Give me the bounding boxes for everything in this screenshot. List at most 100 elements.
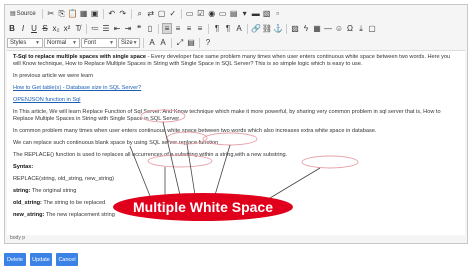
format-dropdown[interactable]: Normal ▼ bbox=[44, 37, 80, 48]
chevron-down-icon: ▼ bbox=[109, 39, 114, 46]
superscript-icon[interactable]: x² bbox=[62, 23, 72, 34]
textfield-icon[interactable]: ▭ bbox=[218, 8, 228, 19]
spellcheck-icon[interactable]: ✓ bbox=[168, 8, 178, 19]
horizontal-line-icon[interactable]: ― bbox=[323, 23, 333, 34]
cancel-button[interactable]: Cancel bbox=[56, 253, 78, 266]
checkbox-icon[interactable]: ☑ bbox=[196, 8, 206, 19]
size-dropdown[interactable]: Size ▼ bbox=[118, 37, 140, 48]
maximize-icon[interactable]: ⤢ bbox=[175, 37, 185, 48]
string-label: string: bbox=[13, 188, 31, 194]
special-char-icon[interactable]: Ω bbox=[345, 23, 355, 34]
select-all-icon[interactable]: ▢ bbox=[157, 8, 167, 19]
syntax-label: Syntax: bbox=[13, 164, 34, 170]
align-center-icon[interactable]: ≡ bbox=[173, 23, 183, 34]
language-icon[interactable]: A bbox=[234, 23, 244, 34]
link-icon[interactable]: 🔗 bbox=[251, 23, 261, 34]
toolbar-separator bbox=[171, 37, 172, 48]
source-button[interactable]: ▤ Source bbox=[7, 8, 39, 19]
intro-paragraph: T-Sql to replace multiple spaces with si… bbox=[13, 54, 459, 68]
new-string-label: new_string: bbox=[13, 212, 45, 218]
update-button[interactable]: Update bbox=[30, 253, 52, 266]
toolbar-separator bbox=[158, 23, 159, 34]
align-right-icon[interactable]: ≡ bbox=[184, 23, 194, 34]
image-icon[interactable]: ▨ bbox=[290, 23, 300, 34]
copy-icon[interactable]: ⎘ bbox=[57, 8, 67, 19]
paragraph-4: The REPLACE() function is used to replac… bbox=[13, 152, 288, 158]
paragraph-2: In common problem many times when user e… bbox=[13, 128, 377, 134]
toolbar-row-2: B I U S x₂ x² T̸ ≔ ☰ ⇤ ⇥ ❝ ▯ ≡ ≡ ≡ ≡ ¶ ¶… bbox=[7, 22, 377, 35]
previous-article-link-2[interactable]: OPENJSON function in Sql bbox=[13, 97, 80, 103]
cut-icon[interactable]: ✂ bbox=[46, 8, 56, 19]
font-dropdown[interactable]: Font ▼ bbox=[81, 37, 117, 48]
select-field-icon[interactable]: ▾ bbox=[240, 8, 250, 19]
paste-icon[interactable]: 📋 bbox=[68, 8, 78, 19]
toolbar-separator bbox=[102, 8, 104, 19]
subscript-icon[interactable]: x₂ bbox=[51, 23, 61, 34]
hidden-field-icon[interactable]: ▫ bbox=[273, 8, 283, 19]
delete-button[interactable]: Delete bbox=[4, 253, 26, 266]
previous-article-link-1[interactable]: How to Get table(s) - Database size in S… bbox=[13, 85, 141, 91]
image-button-icon[interactable]: ▧ bbox=[262, 8, 272, 19]
link-paragraph-2: OPENJSON function in Sql bbox=[13, 97, 459, 104]
page-break-icon[interactable]: ⤓ bbox=[356, 23, 366, 34]
remove-format-icon[interactable]: T̸ bbox=[73, 23, 83, 34]
toolbar-separator bbox=[41, 8, 43, 19]
table-icon[interactable]: ▦ bbox=[312, 23, 322, 34]
multiple-white-space-label: Multiple White Space bbox=[113, 193, 293, 221]
bold-icon[interactable]: B bbox=[7, 23, 17, 34]
strike-icon[interactable]: S bbox=[40, 23, 50, 34]
toolbar-separator bbox=[143, 37, 144, 48]
chevron-down-icon: ▼ bbox=[72, 39, 77, 46]
toolbar-separator bbox=[286, 23, 287, 34]
string-desc: The original string bbox=[30, 188, 77, 194]
replace-icon[interactable]: ⇄ bbox=[146, 8, 156, 19]
toolbar-row-3: Styles ▼ Normal ▼ Font ▼ Size ▼ A A ⤢ ▤ … bbox=[7, 36, 213, 49]
unlink-icon[interactable]: ⛓ bbox=[262, 23, 272, 34]
redo-icon[interactable]: ↷ bbox=[118, 8, 128, 19]
paste-text-icon[interactable]: ▦ bbox=[79, 8, 89, 19]
bg-color-icon[interactable]: A bbox=[158, 37, 168, 48]
italic-icon[interactable]: I bbox=[18, 23, 28, 34]
div-icon[interactable]: ▯ bbox=[145, 23, 155, 34]
align-justify-icon[interactable]: ≡ bbox=[195, 23, 205, 34]
smiley-icon[interactable]: ☺ bbox=[334, 23, 344, 34]
align-left-icon[interactable]: ≡ bbox=[162, 23, 172, 34]
underline-icon[interactable]: U bbox=[29, 23, 39, 34]
iframe-icon[interactable]: ▢ bbox=[367, 23, 377, 34]
blockquote-icon[interactable]: ❝ bbox=[134, 23, 144, 34]
undo-icon[interactable]: ↶ bbox=[107, 8, 117, 19]
toolbar-separator bbox=[86, 23, 87, 34]
paragraph-3: We can replace such continuous blank spa… bbox=[13, 140, 219, 146]
show-blocks-icon[interactable]: ▤ bbox=[186, 37, 196, 48]
paste-word-icon[interactable]: ▣ bbox=[90, 8, 100, 19]
textarea-icon[interactable]: ▤ bbox=[229, 8, 239, 19]
radio-icon[interactable]: ◉ bbox=[207, 8, 217, 19]
paragraph-1: In This article, We will learn Replace F… bbox=[13, 109, 441, 122]
toolbar-separator bbox=[180, 8, 182, 19]
source-icon: ▤ bbox=[10, 11, 16, 17]
size-label: Size bbox=[121, 39, 133, 46]
flash-icon[interactable]: ϟ bbox=[301, 23, 311, 34]
numbered-list-icon[interactable]: ≔ bbox=[90, 23, 100, 34]
font-label: Font bbox=[84, 39, 97, 46]
toolbar-separator bbox=[199, 37, 200, 48]
syntax-heading: Syntax: bbox=[13, 164, 459, 171]
styles-dropdown[interactable]: Styles ▼ bbox=[7, 37, 43, 48]
outdent-icon[interactable]: ⇤ bbox=[112, 23, 122, 34]
rtl-icon[interactable]: ¶ bbox=[223, 23, 233, 34]
help-icon[interactable]: ? bbox=[203, 37, 213, 48]
form-icon[interactable]: ▭ bbox=[185, 8, 195, 19]
ltr-icon[interactable]: ¶ bbox=[212, 23, 222, 34]
button-field-icon[interactable]: ▬ bbox=[251, 8, 261, 19]
bulleted-list-icon[interactable]: ☰ bbox=[101, 23, 111, 34]
text-color-icon[interactable]: A bbox=[147, 37, 157, 48]
toolbar-separator bbox=[208, 23, 209, 34]
link-paragraph-1: How to Get table(s) - Database size in S… bbox=[13, 85, 459, 92]
old-string-label: old_string: bbox=[13, 200, 42, 206]
article-title: T-Sql to replace multiple spaces with si… bbox=[13, 54, 147, 60]
find-icon[interactable]: ⌕ bbox=[135, 8, 145, 19]
indent-icon[interactable]: ⇥ bbox=[123, 23, 133, 34]
toolbar-row-1: ▤ Source ✂ ⎘ 📋 ▦ ▣ ↶ ↷ ⌕ ⇄ ▢ ✓ ▭ ☑ ◉ ▭ ▤… bbox=[7, 7, 283, 20]
anchor-icon[interactable]: ⚓ bbox=[273, 23, 283, 34]
toolbar-separator bbox=[247, 23, 248, 34]
